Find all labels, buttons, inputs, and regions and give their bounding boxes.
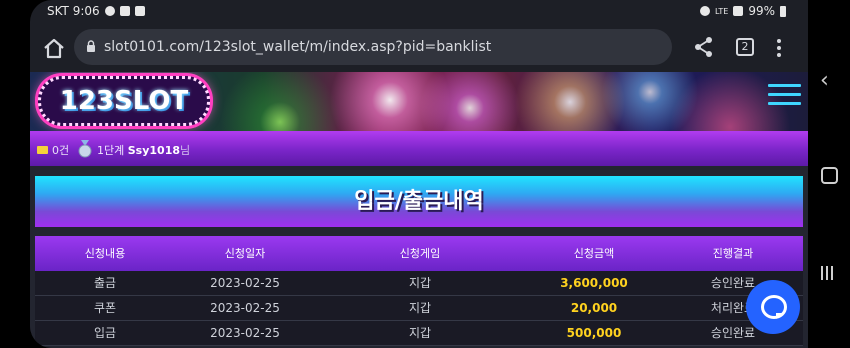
username: Ssy1018 — [127, 144, 181, 157]
header-game: 신청게임 — [399, 247, 441, 260]
row-type: 출금 — [93, 276, 117, 290]
row-type: 쿠폰 — [93, 301, 117, 315]
header-type: 신청내용 — [84, 247, 126, 260]
phone-frame: SKT 9:06 LTE 99% slot0101.com/123slot_wa… — [0, 0, 850, 348]
status-left: SKT 9:06 — [47, 4, 145, 18]
back-icon[interactable]: ‹ — [820, 68, 829, 93]
battery-level: 99% — [748, 4, 775, 18]
user-info-bar: 0건 1단계 Ssy1018님 — [30, 131, 808, 166]
more-vert-icon[interactable] — [776, 37, 782, 59]
home-icon[interactable] — [42, 37, 66, 59]
transaction-table: 신청내용 신청일자 신청게임 신청금액 진행결과 출금 2023-02-25 지… — [35, 236, 803, 346]
notification-icon — [104, 6, 115, 16]
row-date: 2023-02-25 — [210, 276, 280, 290]
carrier-time: SKT 9:06 — [47, 4, 100, 18]
lock-icon — [87, 40, 95, 52]
signal-icon — [733, 6, 744, 16]
site-header: 123SLOT — [30, 72, 808, 131]
row-date: 2023-02-25 — [210, 301, 280, 315]
page-title: 입금/출금내역 — [35, 176, 803, 227]
user-suffix: 님 — [180, 144, 191, 157]
row-amount: 500,000 — [566, 326, 622, 340]
chat-button[interactable] — [746, 280, 800, 334]
row-amount: 20,000 — [570, 301, 618, 315]
row-game: 지갑 — [408, 326, 432, 340]
network-label: LTE — [715, 6, 729, 16]
share-icon[interactable] — [694, 36, 714, 58]
row-game: 지갑 — [408, 301, 432, 315]
table-row: 쿠폰 2023-02-25 지갑 20,000 처리완료 — [35, 296, 803, 321]
url-text: slot0101.com/123slot_wallet/m/index.asp?… — [104, 39, 492, 55]
content-area: 입금/출금내역 신청내용 신청일자 신청게임 신청금액 진행결과 출금 2023… — [30, 166, 808, 348]
url-bar[interactable]: slot0101.com/123slot_wallet/m/index.asp?… — [74, 29, 672, 65]
table-header: 신청내용 신청일자 신청게임 신청금액 진행결과 — [35, 236, 803, 271]
battery-icon — [780, 5, 786, 17]
table-row: 출금 2023-02-25 지갑 3,600,000 승인완료 — [35, 271, 803, 296]
site-logo[interactable]: 123SLOT — [38, 76, 210, 126]
app-grid-icon — [134, 6, 145, 16]
user-level: 1단계 — [97, 144, 125, 157]
status-bar: SKT 9:06 LTE 99% — [30, 0, 808, 24]
medal-icon — [78, 140, 92, 158]
row-amount: 3,600,000 — [560, 276, 628, 290]
row-date: 2023-02-25 — [210, 326, 280, 340]
header-status: 진행결과 — [712, 247, 754, 260]
browser-toolbar: slot0101.com/123slot_wallet/m/index.asp?… — [30, 24, 808, 72]
chat-bubble-icon — [761, 295, 787, 319]
home-nav-icon[interactable] — [821, 167, 838, 184]
mail-count[interactable]: 0건 — [52, 142, 69, 158]
tabs-icon[interactable]: 2 — [736, 38, 754, 56]
hamburger-menu-icon[interactable] — [768, 84, 801, 110]
mail-icon[interactable] — [37, 146, 48, 154]
table-row: 입금 2023-02-25 지갑 500,000 승인완료 — [35, 321, 803, 346]
row-type: 입금 — [93, 326, 117, 340]
user-level-text: 1단계 Ssy1018님 — [97, 142, 190, 158]
status-right: LTE 99% — [700, 4, 786, 18]
android-nav-bar: ‹ — [808, 0, 850, 348]
youtube-icon — [119, 6, 130, 16]
mute-icon — [700, 6, 711, 16]
recent-apps-icon[interactable] — [821, 265, 837, 280]
browser-screen: SKT 9:06 LTE 99% slot0101.com/123slot_wa… — [30, 0, 808, 348]
row-game: 지갑 — [408, 276, 432, 290]
header-amount: 신청금액 — [573, 247, 615, 260]
header-date: 신청일자 — [224, 247, 266, 260]
